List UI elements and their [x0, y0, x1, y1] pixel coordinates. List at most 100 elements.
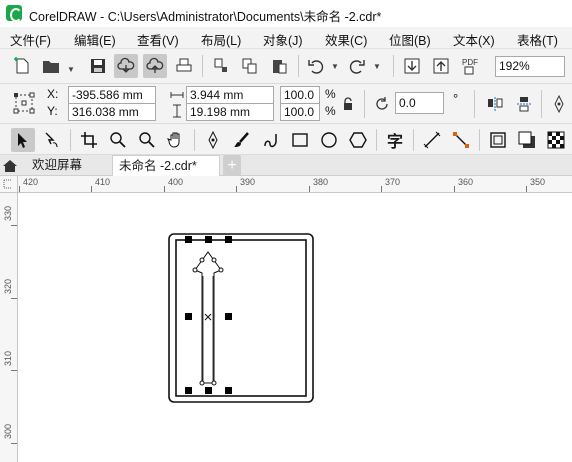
menu-table[interactable]: 表格(T): [517, 30, 558, 49]
selection-handle[interactable]: [185, 387, 192, 394]
open-folder-icon[interactable]: [39, 54, 63, 78]
new-tab-icon[interactable]: +: [223, 155, 241, 176]
drawing-canvas[interactable]: [19, 194, 572, 462]
ruler-v-label: 300: [3, 423, 13, 439]
dimension-tool-icon[interactable]: [420, 128, 444, 152]
text-tool-icon[interactable]: 字: [383, 128, 407, 152]
pan-tool-icon[interactable]: [164, 128, 188, 152]
pen-tool-icon[interactable]: [201, 128, 225, 152]
object-origin-icon[interactable]: [10, 89, 38, 117]
ellipse-tool-icon[interactable]: [317, 128, 341, 152]
cut-icon[interactable]: [209, 54, 233, 78]
y-position-field[interactable]: 316.038 mm: [68, 103, 156, 121]
publish-pdf-icon[interactable]: PDF: [458, 54, 482, 78]
rectangle-tool-icon[interactable]: [288, 128, 312, 152]
polygon-tool-icon[interactable]: [346, 128, 370, 152]
crop-tool-icon[interactable]: [77, 128, 101, 152]
menu-effects[interactable]: 效果(C): [325, 30, 367, 49]
selection-handle[interactable]: [225, 236, 232, 243]
shadow-tool-icon[interactable]: [486, 128, 510, 152]
ruler-v-tick: [11, 370, 17, 371]
selection-handle[interactable]: [225, 387, 232, 394]
menu-text[interactable]: 文本(X): [453, 30, 495, 49]
shape-tool-icon[interactable]: [40, 128, 64, 152]
x-position-field[interactable]: -395.586 mm: [68, 86, 156, 104]
selection-handle[interactable]: [205, 387, 212, 394]
undo-icon[interactable]: [304, 54, 328, 78]
ruler-h-tick: [91, 186, 92, 192]
toolbar-separator: [70, 129, 71, 151]
cloud-upload-icon[interactable]: [143, 54, 167, 78]
redo-dropdown-icon[interactable]: ▼: [373, 62, 381, 71]
ruler-h-label: 350: [530, 177, 546, 187]
selection-handle[interactable]: [225, 313, 232, 320]
export-icon[interactable]: [429, 54, 453, 78]
rotation-field[interactable]: 0.0: [395, 92, 444, 114]
pattern-fill-icon[interactable]: [544, 128, 568, 152]
open-dropdown-icon[interactable]: ▼: [67, 65, 75, 74]
lock-ratio-icon[interactable]: [340, 96, 356, 112]
horizontal-ruler[interactable]: 420 410 400 390 380 370 360 350: [18, 176, 572, 193]
menu-object[interactable]: 对象(J): [263, 30, 303, 49]
node-point[interactable]: [211, 257, 217, 263]
print-icon[interactable]: [172, 54, 196, 78]
zoom-out-icon[interactable]: [135, 128, 159, 152]
scale-y-field[interactable]: 100.0: [280, 103, 320, 121]
toolbox: 字: [0, 124, 572, 155]
toolbar-separator: [194, 129, 195, 151]
pick-tool-icon[interactable]: [11, 128, 35, 152]
node-point[interactable]: [199, 257, 205, 263]
pen-outline-icon[interactable]: [547, 92, 571, 116]
home-icon[interactable]: [0, 155, 20, 176]
mirror-vertical-icon[interactable]: [512, 92, 536, 116]
rotate-icon: [371, 93, 393, 115]
ruler-h-label: 380: [313, 177, 329, 187]
undo-dropdown-icon[interactable]: ▼: [331, 62, 339, 71]
copy-icon[interactable]: [238, 54, 262, 78]
menu-edit[interactable]: 编辑(E): [74, 30, 116, 49]
ruler-v-tick: [11, 443, 17, 444]
height-field[interactable]: 19.198 mm: [186, 103, 274, 121]
node-point[interactable]: [218, 267, 224, 273]
pdf-label: PDF: [462, 58, 478, 67]
width-field[interactable]: 3.944 mm: [186, 86, 274, 104]
selection-handle[interactable]: [205, 236, 212, 243]
center-marker-icon[interactable]: [204, 313, 212, 321]
node-point[interactable]: [192, 267, 198, 273]
import-icon[interactable]: [400, 54, 424, 78]
new-document-icon[interactable]: [10, 54, 34, 78]
vertical-ruler[interactable]: 330 320 310 300: [0, 193, 18, 462]
connector-tool-icon[interactable]: [449, 128, 473, 152]
coreldraw-logo-icon: [6, 5, 22, 22]
node-point[interactable]: [199, 380, 205, 386]
zoom-tool-icon[interactable]: [106, 128, 130, 152]
transparency-tool-icon[interactable]: [515, 128, 539, 152]
height-icon: [171, 104, 183, 121]
cloud-download-icon[interactable]: [114, 54, 138, 78]
redo-icon[interactable]: [345, 54, 369, 78]
ruler-v-label: 320: [3, 278, 13, 294]
save-icon[interactable]: [86, 54, 110, 78]
toolbar-separator: [364, 90, 365, 118]
artistic-media-icon[interactable]: [230, 128, 254, 152]
ruler-origin[interactable]: [0, 176, 18, 193]
ruler-v-label: 310: [3, 350, 13, 366]
menu-bitmaps[interactable]: 位图(B): [389, 30, 431, 49]
paste-icon[interactable]: [267, 54, 291, 78]
tab-document[interactable]: 未命名 -2.cdr*: [112, 155, 220, 176]
node-point[interactable]: [211, 380, 217, 386]
window-title: CorelDRAW - C:\Users\Administrator\Docum…: [29, 10, 382, 24]
freehand-icon[interactable]: [259, 128, 283, 152]
selection-handle[interactable]: [185, 313, 192, 320]
mirror-horizontal-icon[interactable]: [483, 92, 507, 116]
scale-x-field[interactable]: 100.0: [280, 86, 320, 104]
tab-welcome-screen[interactable]: 欢迎屏幕: [26, 155, 88, 176]
zoom-level-field[interactable]: 192%: [495, 56, 565, 77]
menu-layout[interactable]: 布局(L): [201, 30, 241, 49]
inner-frame-shape[interactable]: [175, 239, 307, 397]
menu-file[interactable]: 文件(F): [10, 30, 51, 49]
arrow-shaft-shape: [202, 276, 214, 382]
menu-view[interactable]: 查看(V): [137, 30, 179, 49]
selection-handle[interactable]: [185, 236, 192, 243]
scale-x-percent: %: [325, 87, 336, 101]
